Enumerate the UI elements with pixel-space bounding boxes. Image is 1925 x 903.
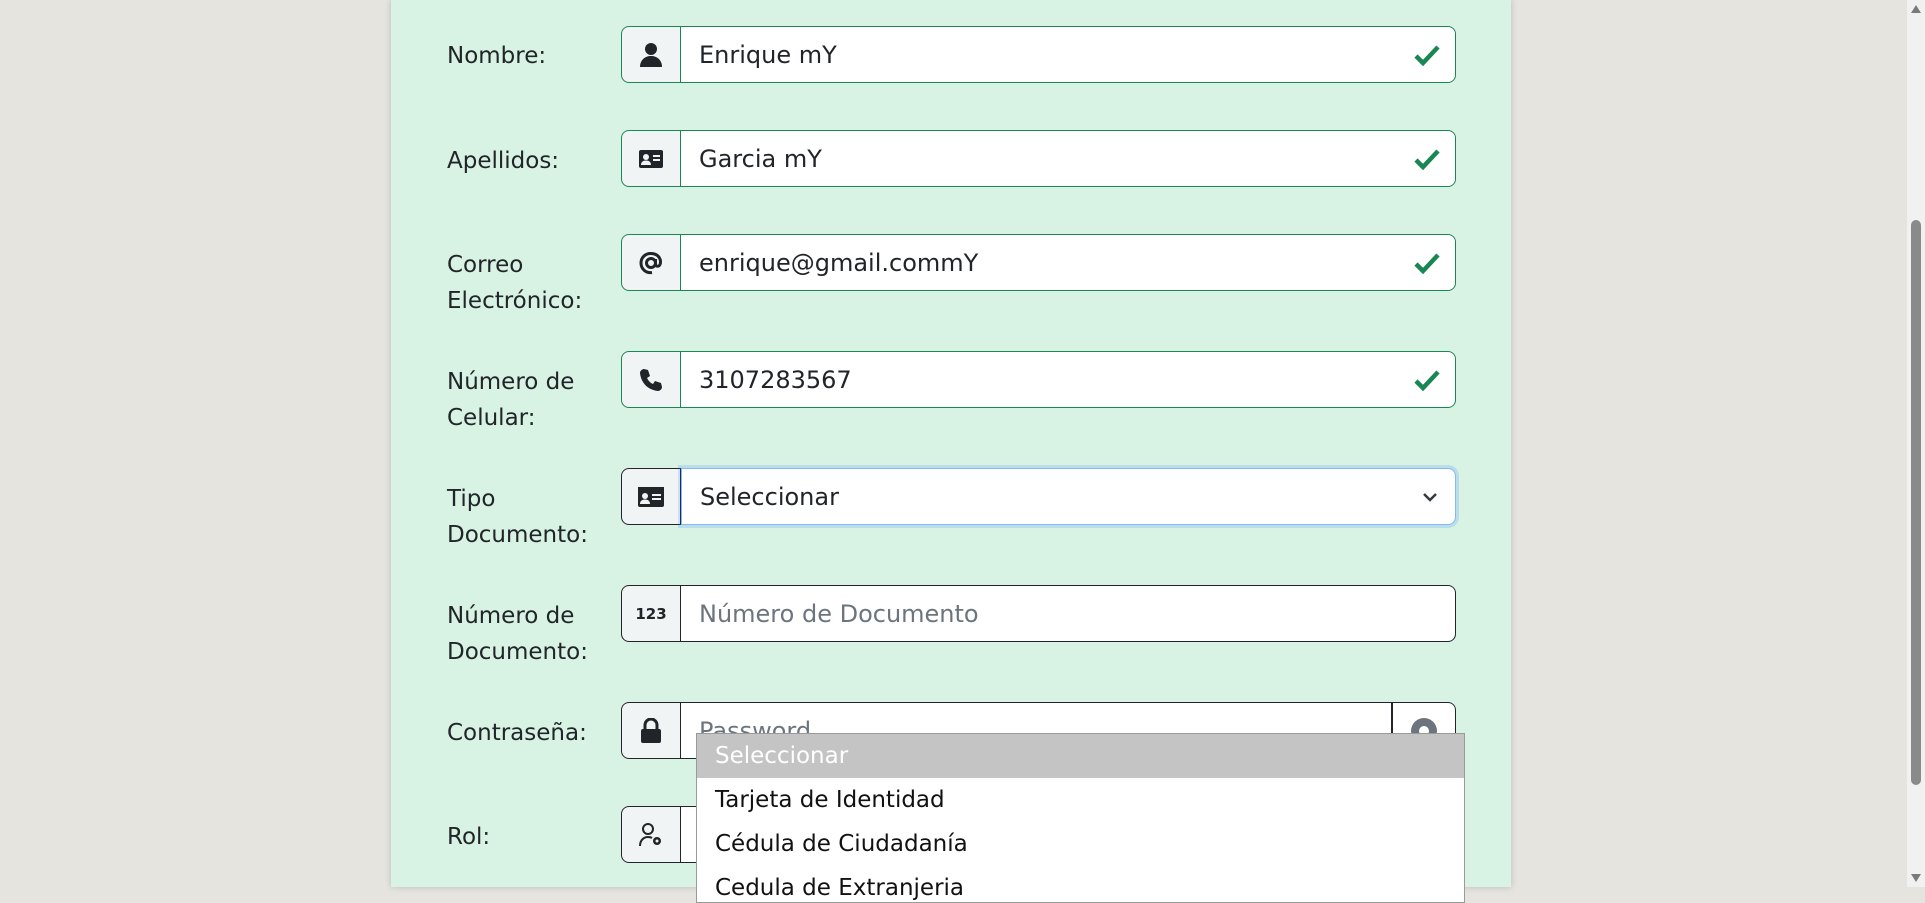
celular-group: 3107283567 — [621, 351, 1456, 408]
celular-input[interactable]: 3107283567 — [681, 351, 1456, 408]
tipo-documento-dropdown-list[interactable]: Seleccionar Tarjeta de Identidad Cédula … — [696, 733, 1465, 903]
tipo-documento-label-line2: Documento: — [447, 522, 588, 548]
check-icon — [1414, 253, 1440, 275]
scrollbar-thumb[interactable] — [1911, 220, 1921, 785]
check-icon — [1414, 370, 1440, 392]
dropdown-option[interactable]: Tarjeta de Identidad — [697, 778, 1464, 822]
lock-icon — [621, 702, 681, 759]
numero-documento-input[interactable]: Número de Documento — [681, 585, 1456, 642]
celular-label-line2: Celular: — [447, 405, 536, 431]
user-gear-icon — [621, 806, 681, 863]
correo-label: Correo Electrónico: — [447, 247, 597, 319]
scroll-down-arrow-icon[interactable] — [1910, 873, 1922, 883]
apellidos-input[interactable]: Garcia mY — [681, 130, 1456, 187]
tipo-documento-group: Seleccionar — [621, 468, 1456, 525]
apellidos-group: Garcia mY — [621, 130, 1456, 187]
dropdown-option[interactable]: Seleccionar — [697, 734, 1464, 778]
nombre-value: Enrique mY — [699, 40, 837, 69]
correo-group: enrique@gmail.commY — [621, 234, 1456, 291]
check-icon — [1414, 149, 1440, 171]
id-card-icon — [621, 468, 681, 525]
celular-label-line1: Número de — [447, 369, 575, 395]
page-scrollbar[interactable] — [1907, 0, 1925, 887]
scroll-up-arrow-icon[interactable] — [1910, 4, 1922, 14]
celular-value: 3107283567 — [699, 365, 852, 394]
numbers-icon-text: 123 — [635, 604, 667, 623]
numero-documento-group: 123 Número de Documento — [621, 585, 1456, 642]
numero-documento-label: Número de Documento: — [447, 598, 597, 670]
tipo-documento-select[interactable]: Seleccionar — [681, 468, 1456, 525]
phone-icon — [621, 351, 681, 408]
tipo-documento-selected: Seleccionar — [700, 482, 839, 511]
apellidos-label: Apellidos: — [447, 148, 560, 174]
rol-label: Rol: — [447, 824, 491, 850]
chevron-down-icon — [1423, 493, 1437, 502]
celular-label: Número de Celular: — [447, 364, 597, 436]
apellidos-value: Garcia mY — [699, 144, 822, 173]
dropdown-option[interactable]: Cedula de Extranjeria — [697, 866, 1464, 902]
correo-label-line2: Electrónico: — [447, 288, 583, 314]
dropdown-option[interactable]: Cédula de Ciudadanía — [697, 822, 1464, 866]
numbers-icon: 123 — [621, 585, 681, 642]
nombre-input[interactable]: Enrique mY — [681, 26, 1456, 83]
correo-input[interactable]: enrique@gmail.commY — [681, 234, 1456, 291]
tipo-documento-label-line1: Tipo — [447, 486, 496, 512]
user-icon — [621, 26, 681, 83]
numero-documento-label-line2: Documento: — [447, 639, 588, 665]
at-sign-icon — [621, 234, 681, 291]
correo-value: enrique@gmail.commY — [699, 248, 979, 277]
numero-documento-label-line1: Número de — [447, 603, 575, 629]
id-card-icon — [621, 130, 681, 187]
nombre-label: Nombre: — [447, 43, 547, 69]
check-icon — [1414, 45, 1440, 67]
correo-label-line1: Correo — [447, 252, 524, 278]
contrasena-label: Contraseña: — [447, 720, 587, 746]
nombre-group: Enrique mY — [621, 26, 1456, 83]
numero-documento-placeholder: Número de Documento — [699, 599, 979, 628]
tipo-documento-label: Tipo Documento: — [447, 481, 597, 553]
